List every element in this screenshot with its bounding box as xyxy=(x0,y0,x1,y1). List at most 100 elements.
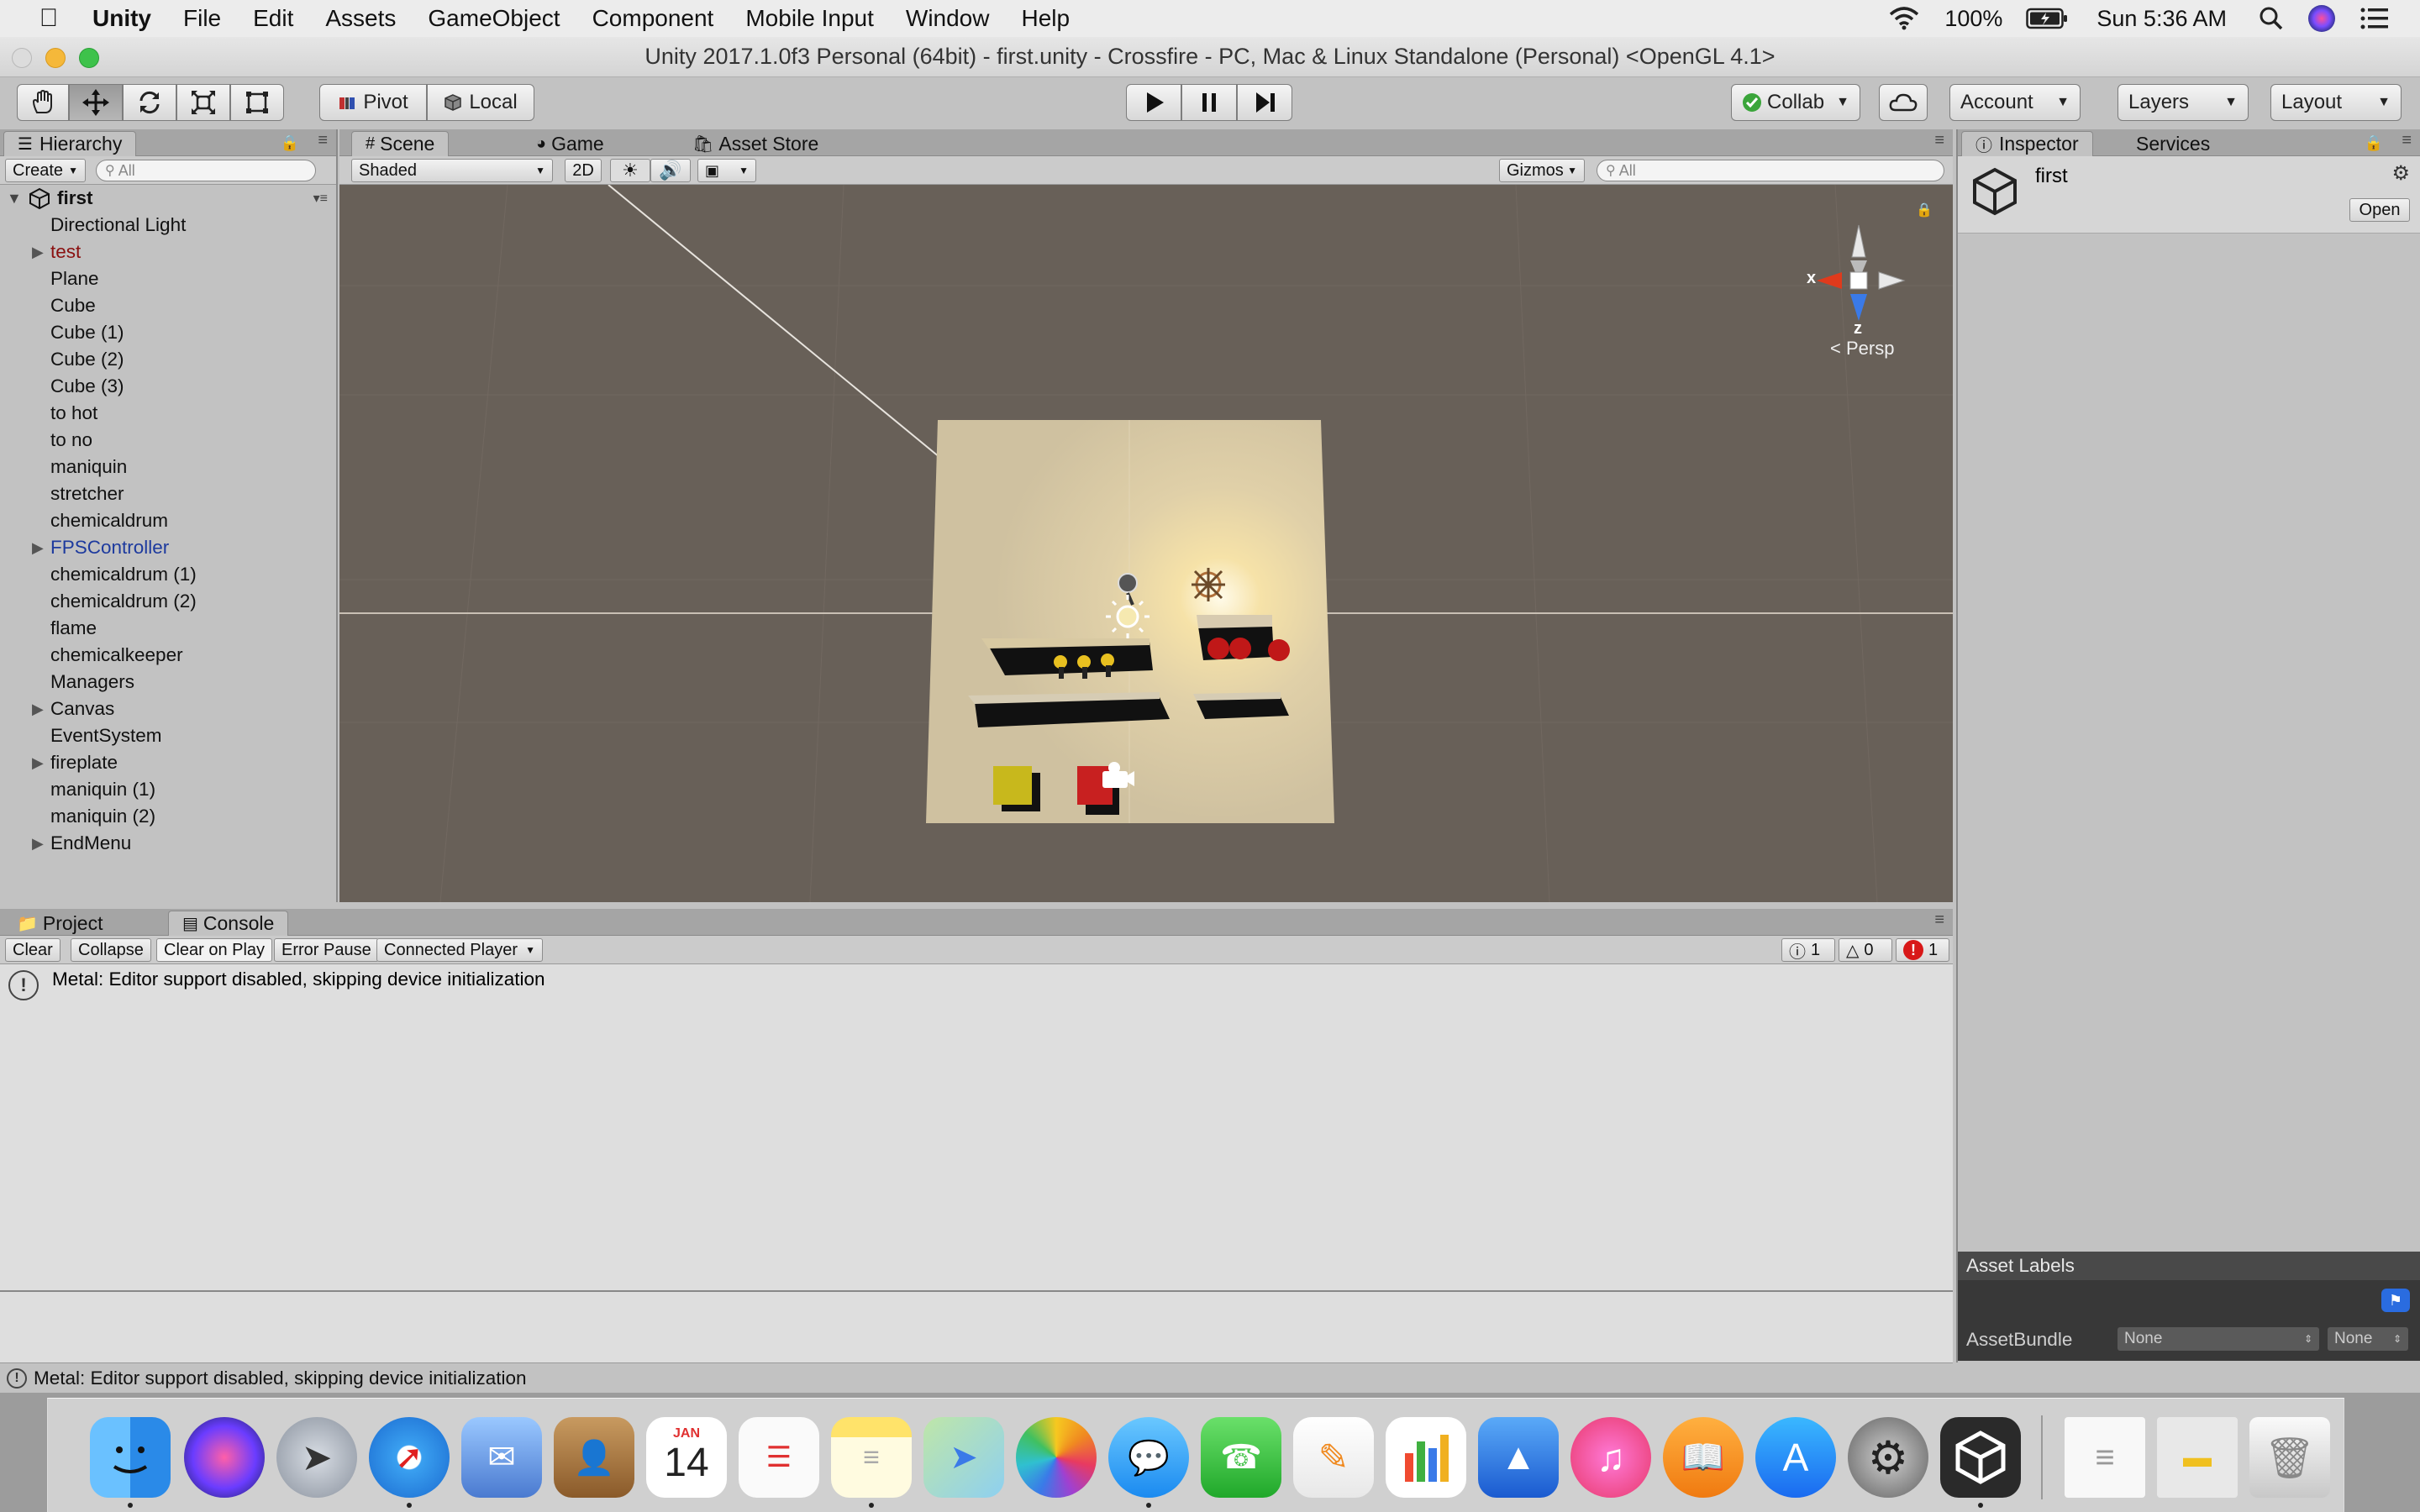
safari-compass-icon[interactable]: ➚ xyxy=(369,1417,450,1498)
menu-assets[interactable]: Assets xyxy=(325,5,396,32)
maps-icon[interactable]: ➤ xyxy=(923,1417,1004,1498)
error-count-toggle[interactable]: ! 1 xyxy=(1896,938,1949,962)
scene-viewport[interactable]: x z < Persp 🔒 xyxy=(339,185,1953,902)
zoom-window-button[interactable] xyxy=(79,48,99,68)
itunes-note-icon[interactable]: ♫ xyxy=(1570,1417,1651,1498)
hierarchy-item[interactable]: Plane xyxy=(0,265,336,292)
hierarchy-item[interactable]: stretcher xyxy=(0,480,336,507)
open-button[interactable]: Open xyxy=(2349,198,2410,222)
status-bar[interactable]: ! Metal: Editor support disabled, skippi… xyxy=(0,1362,1953,1393)
tab-game[interactable]: ◕ Game xyxy=(523,131,618,156)
hierarchy-item[interactable]: flame xyxy=(0,615,336,642)
menu-component[interactable]: Component xyxy=(592,5,714,32)
variant-dropdown[interactable]: None ⇕ xyxy=(2328,1327,2408,1351)
finder-icon[interactable] xyxy=(90,1417,171,1498)
tab-console[interactable]: ▤ Console xyxy=(168,911,289,936)
menu-help[interactable]: Help xyxy=(1021,5,1070,32)
hierarchy-item[interactable]: ▶ Canvas xyxy=(0,696,336,722)
collab-button[interactable]: Collab ▼ xyxy=(1731,84,1860,121)
close-window-button[interactable] xyxy=(12,48,32,68)
minimize-window-button[interactable] xyxy=(45,48,66,68)
collapse-button[interactable]: Collapse xyxy=(71,938,151,962)
hierarchy-item[interactable]: EventSystem xyxy=(0,722,336,749)
lock-icon[interactable]: 🔒 xyxy=(2365,134,2383,152)
expand-triangle-icon[interactable]: ▶ xyxy=(32,835,44,853)
clear-on-play-toggle[interactable]: Clear on Play xyxy=(156,938,273,962)
pages-icon[interactable]: ✎ xyxy=(1293,1417,1374,1498)
menu-gameobject[interactable]: GameObject xyxy=(428,5,560,32)
panel-menu-icon[interactable]: ≡ xyxy=(318,131,328,150)
document-stack-icon[interactable]: ≡ xyxy=(2065,1417,2145,1498)
label-tag-icon[interactable]: ⚑ xyxy=(2381,1289,2410,1312)
warning-count-toggle[interactable]: △ 0 xyxy=(1839,938,1892,962)
connected-player-dropdown[interactable]: Connected Player ▼ xyxy=(376,938,543,962)
photos-flower-icon[interactable] xyxy=(1016,1417,1097,1498)
scene-audio-toggle[interactable]: 🔊 xyxy=(650,159,691,182)
console-log-row[interactable]: ! Metal: Editor support disabled, skippi… xyxy=(0,964,1953,1006)
hierarchy-search-input[interactable]: ⚲ All xyxy=(96,160,316,181)
expand-triangle-icon[interactable]: ▶ xyxy=(32,539,44,557)
tab-hierarchy[interactable]: ☰ Hierarchy xyxy=(3,131,137,156)
scene-root-row[interactable]: ▼ first ▾≡ xyxy=(0,185,336,212)
hierarchy-item[interactable]: to no xyxy=(0,427,336,454)
hierarchy-item[interactable]: maniquin xyxy=(0,454,336,480)
step-button[interactable] xyxy=(1237,84,1292,121)
menu-edit[interactable]: Edit xyxy=(253,5,293,32)
hierarchy-item[interactable]: ▶ FPSController xyxy=(0,534,336,561)
notification-center-icon[interactable] xyxy=(2360,6,2390,31)
scene-lock-icon[interactable]: 🔒 xyxy=(1916,202,1933,218)
lock-icon[interactable]: 🔒 xyxy=(281,134,299,152)
spotlight-search-icon[interactable] xyxy=(2259,6,2284,31)
system-preferences-gear-icon[interactable]: ⚙ xyxy=(1848,1417,1928,1498)
notes-icon[interactable]: ≡ xyxy=(831,1417,912,1498)
rect-tool-button[interactable] xyxy=(230,84,284,121)
expand-triangle-icon[interactable]: ▼ xyxy=(7,190,22,207)
tab-scene[interactable]: # Scene xyxy=(351,131,450,156)
play-button[interactable] xyxy=(1126,84,1181,121)
trash-icon[interactable]: 🗑 xyxy=(2249,1417,2330,1498)
hierarchy-item[interactable]: Cube xyxy=(0,292,336,319)
menu-app-unity[interactable]: Unity xyxy=(92,5,151,32)
scene-effects-dropdown[interactable]: ▣ ▼ xyxy=(697,159,756,182)
move-tool-button[interactable] xyxy=(69,84,123,121)
expand-triangle-icon[interactable]: ▶ xyxy=(32,701,44,718)
2d-toggle-button[interactable]: 2D xyxy=(565,159,602,182)
facetime-camera-icon[interactable]: ☎ xyxy=(1201,1417,1281,1498)
hierarchy-item[interactable]: ▶ fireplate xyxy=(0,749,336,776)
assetbundle-dropdown[interactable]: None ⇕ xyxy=(2118,1327,2319,1351)
pause-button[interactable] xyxy=(1181,84,1237,121)
mail-eagle-icon[interactable]: ✉ xyxy=(461,1417,542,1498)
hand-tool-button[interactable] xyxy=(17,84,69,121)
tab-asset-store[interactable]: 🛍 Asset Store xyxy=(679,131,832,156)
yellow-cube[interactable] xyxy=(993,766,1040,811)
scene-options-icon[interactable]: ▾≡ xyxy=(313,190,328,207)
point-light-gizmo-icon[interactable] xyxy=(1192,568,1225,601)
hierarchy-item[interactable]: chemicaldrum (2) xyxy=(0,588,336,615)
clear-button[interactable]: Clear xyxy=(5,938,60,962)
downloads-stack-icon[interactable]: ▬ xyxy=(2157,1417,2238,1498)
hierarchy-item[interactable]: Cube (2) xyxy=(0,346,336,373)
info-count-toggle[interactable]: ⓘ 1 xyxy=(1781,938,1835,962)
gizmos-dropdown[interactable]: Gizmos ▼ xyxy=(1499,159,1585,182)
contacts-book-icon[interactable]: 👤 xyxy=(554,1417,634,1498)
hierarchy-item[interactable]: Cube (3) xyxy=(0,373,336,400)
tab-project[interactable]: 📁 Project xyxy=(3,911,117,936)
siri-icon[interactable] xyxy=(2307,4,2336,33)
error-pause-toggle[interactable]: Error Pause xyxy=(274,938,379,962)
scene-render[interactable] xyxy=(339,185,1953,902)
hierarchy-item[interactable]: ▶ EndMenu xyxy=(0,830,336,857)
menubar-clock[interactable]: Sun 5:36 AM xyxy=(2096,6,2227,32)
layers-dropdown[interactable]: Layers ▼ xyxy=(2118,84,2249,121)
panel-menu-icon[interactable]: ≡ xyxy=(2402,131,2412,150)
ibooks-icon[interactable]: 📖 xyxy=(1663,1417,1744,1498)
panel-menu-icon[interactable]: ≡ xyxy=(1934,131,1944,150)
unity-app-icon[interactable] xyxy=(1940,1417,2021,1498)
hierarchy-item[interactable]: ▶ test xyxy=(0,239,336,265)
hierarchy-item[interactable]: maniquin (2) xyxy=(0,803,336,830)
menu-window[interactable]: Window xyxy=(906,5,990,32)
siri-dock-icon[interactable] xyxy=(184,1417,265,1498)
apple-menu-icon[interactable]:  xyxy=(34,4,64,33)
wifi-icon[interactable] xyxy=(1887,6,1921,31)
expand-triangle-icon[interactable]: ▶ xyxy=(32,244,44,261)
launchpad-rocket-icon[interactable]: ➤ xyxy=(276,1417,357,1498)
